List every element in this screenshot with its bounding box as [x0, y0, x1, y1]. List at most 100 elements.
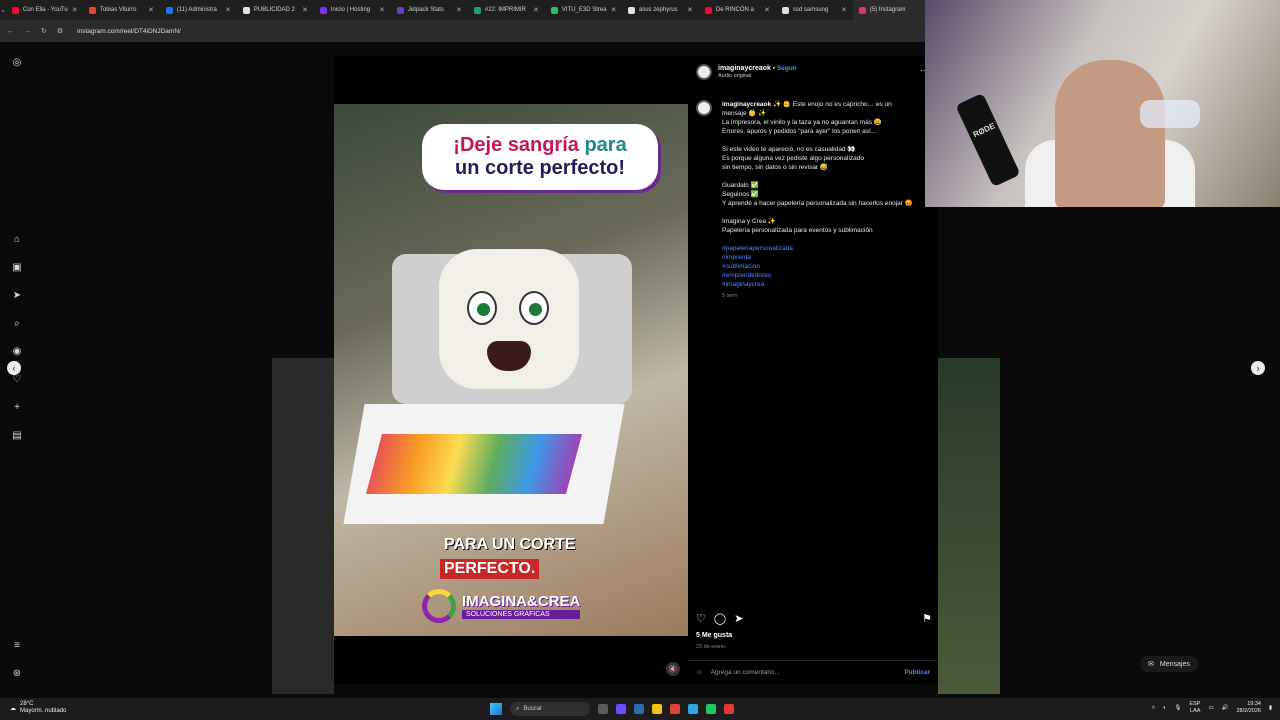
audio-label[interactable]: Audio original	[718, 73, 797, 79]
close-tab-icon[interactable]: ✕	[456, 6, 462, 14]
app-red-icon[interactable]	[724, 704, 734, 714]
tab-label: Tobias Viturro	[99, 7, 137, 13]
reels-icon[interactable]: ▣	[8, 258, 26, 276]
weather-widget[interactable]: ☁ 28°C Mayorm. nublado	[10, 701, 66, 715]
save-bookmark-icon[interactable]: ⚑	[922, 612, 932, 625]
hashtag-link[interactable]: #emprendedores	[722, 271, 930, 280]
url-text[interactable]: instagram.com/reel/DT4iDNJDamN/	[77, 28, 181, 35]
close-tab-icon[interactable]: ✕	[148, 6, 154, 14]
tray-app-icon[interactable]: ◐	[1163, 705, 1166, 711]
mic-tray-icon[interactable]: 🎙	[1174, 705, 1181, 711]
mute-icon[interactable]: 🔇	[666, 662, 680, 676]
close-tab-icon[interactable]: ✕	[379, 6, 385, 14]
tab-favicon-icon	[11, 6, 19, 14]
dashboard-icon[interactable]: ▤	[8, 426, 26, 444]
tab-favicon-icon	[319, 6, 327, 14]
back-icon[interactable]: ←	[7, 28, 14, 35]
next-arrow-icon[interactable]: ›	[1251, 361, 1265, 375]
tab-label: ssd samsung	[792, 7, 829, 13]
post-side-panel: imaginaycreaok • Seguir Audio original ⋯…	[688, 56, 938, 684]
instagram-logo-icon[interactable]: ◎	[8, 53, 26, 71]
tray-chevron-icon[interactable]: ˄	[1152, 705, 1155, 711]
close-tab-icon[interactable]: ✕	[841, 6, 847, 14]
hashtag-link[interactable]: #imprenta	[722, 253, 930, 262]
menu-icon[interactable]: ≡	[8, 636, 26, 654]
search-icon[interactable]: ⌕	[8, 314, 26, 332]
follow-button[interactable]: Seguir	[777, 65, 797, 72]
site-info-icon[interactable]: ⚙	[57, 27, 63, 35]
forward-icon[interactable]: →	[24, 28, 31, 35]
publish-button[interactable]: Publicar	[904, 669, 930, 676]
browser-tab[interactable]: Inicio | Hosting ✕	[314, 0, 391, 20]
app-green-icon[interactable]	[706, 704, 716, 714]
reload-icon[interactable]: ↻	[41, 27, 47, 35]
send-icon[interactable]: ➤	[8, 286, 26, 304]
previous-arrow-icon[interactable]: ‹	[7, 361, 21, 375]
messages-button[interactable]: ✉ Mensajes	[1140, 656, 1198, 672]
hashtag-link[interactable]: #imaginaycrea	[722, 280, 930, 289]
tab-label: PUBLICIDAD 2	[253, 7, 295, 13]
avatar[interactable]	[696, 100, 712, 116]
close-tab-icon[interactable]: ✕	[533, 6, 539, 14]
next-reel-preview[interactable]	[938, 358, 1000, 694]
close-tab-icon[interactable]: ✕	[687, 6, 693, 14]
color-swatches	[365, 434, 583, 494]
task-view-icon[interactable]	[598, 704, 608, 714]
browser-tab[interactable]: Tobias Viturro ✕	[83, 0, 160, 20]
telegram-icon[interactable]	[688, 704, 698, 714]
browser-tab[interactable]: Jetpack Stats ✕	[391, 0, 468, 20]
network-icon[interactable]: ▭	[1208, 705, 1213, 711]
create-icon[interactable]: +	[8, 398, 26, 416]
notification-icon[interactable]: ▮	[1269, 705, 1272, 711]
hashtag-link[interactable]: #sublimacion	[722, 262, 930, 271]
close-tab-icon[interactable]: ✕	[72, 6, 78, 14]
tab-favicon-icon	[88, 6, 96, 14]
post-header: imaginaycreaok • Seguir Audio original	[696, 64, 797, 80]
windows-start-icon[interactable]	[490, 703, 502, 715]
browser-tab-active[interactable]: (5) Instagram	[852, 0, 930, 20]
browser-tab[interactable]: De RINCÓN a ✕	[699, 0, 776, 20]
hashtag-link[interactable]: #papeleriapersonalizada	[722, 244, 930, 253]
close-tab-icon[interactable]: ✕	[302, 6, 308, 14]
tab-favicon-icon	[858, 6, 866, 14]
language-indicator[interactable]: ESP LAA	[1189, 701, 1200, 715]
meta-icon[interactable]: ⊛	[8, 664, 26, 682]
discord-icon[interactable]	[616, 704, 626, 714]
like-heart-icon[interactable]: ♡	[696, 612, 706, 625]
previous-reel-preview[interactable]	[272, 358, 334, 694]
share-icon[interactable]: ➤	[734, 612, 743, 625]
close-tab-icon[interactable]: ✕	[764, 6, 770, 14]
comment-icon[interactable]: ◯	[714, 612, 726, 625]
post-date: 23 de enero	[696, 644, 726, 650]
explore-icon[interactable]: ◉	[8, 342, 26, 360]
file-explorer-icon[interactable]	[652, 704, 662, 714]
webcam-overlay: RØDE	[925, 0, 1280, 207]
browser-tab[interactable]: PUBLICIDAD 2 ✕	[237, 0, 314, 20]
reel-video[interactable]: ¡Deje sangría para un corte perfecto! PA…	[334, 56, 688, 684]
app-icon[interactable]	[634, 704, 644, 714]
emoji-icon[interactable]: ☺	[696, 669, 703, 676]
avatar[interactable]	[696, 64, 712, 80]
microphone: RØDE	[955, 92, 1021, 188]
browser-tab[interactable]: #22: IMPRIMIR ✕	[468, 0, 545, 20]
system-tray: ˄ ◐ 🎙 ESP LAA ▭ 🔊 19:34 28/2/2026 ▮	[1152, 701, 1272, 715]
tab-label: VITU_E3D Strea	[561, 7, 607, 13]
browser-tab[interactable]: asus zephyrus ✕	[622, 0, 699, 20]
mouth	[487, 341, 531, 371]
taskbar-search[interactable]: ⌕ Buscar	[510, 702, 590, 716]
clock[interactable]: 19:34 28/2/2026	[1237, 701, 1261, 715]
close-tab-icon[interactable]: ✕	[225, 6, 231, 14]
home-icon[interactable]: ⌂	[8, 230, 26, 248]
browser-tab[interactable]: (11) Administra ✕	[160, 0, 237, 20]
browser-tab[interactable]: ssd samsung ✕	[776, 0, 853, 20]
browser-tab[interactable]: Con Ella - YouTu ✕	[6, 0, 83, 20]
likes-count[interactable]: 5 Me gusta	[696, 632, 732, 639]
chrome-icon[interactable]	[670, 704, 680, 714]
post-username[interactable]: imaginaycreaok	[718, 65, 771, 72]
browser-tab[interactable]: VITU_E3D Strea ✕	[545, 0, 622, 20]
volume-icon[interactable]: 🔊	[1222, 705, 1229, 711]
comment-input[interactable]: Agrega un comentario...	[711, 669, 780, 676]
post-time-ago: 5 sem	[722, 293, 737, 299]
caption-username[interactable]: imaginaycreaok	[722, 101, 771, 108]
close-tab-icon[interactable]: ✕	[611, 6, 617, 14]
